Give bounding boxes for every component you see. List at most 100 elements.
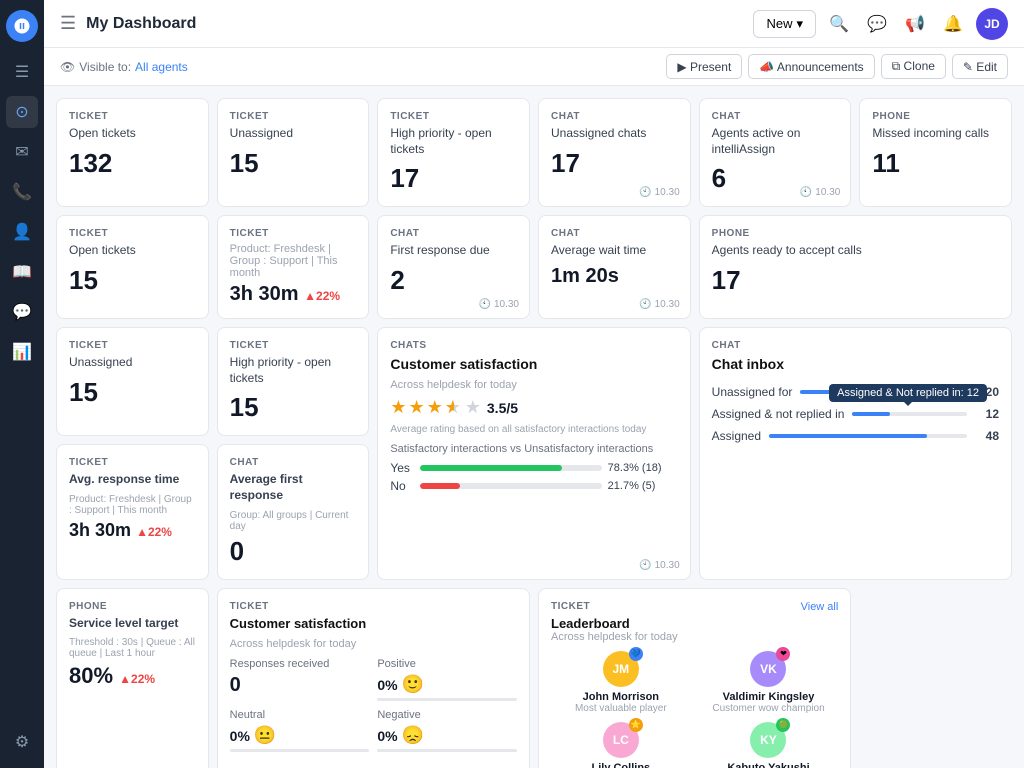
card-title: Unassigned chats: [551, 126, 678, 142]
card-value: 3h 30m ▲22%: [69, 520, 196, 541]
card-title: Avg. response time: [69, 472, 196, 488]
satisfaction-subtitle: Across helpdesk for today: [390, 379, 677, 391]
card-title: Missed incoming calls: [872, 126, 999, 142]
email-icon[interactable]: ✉: [6, 136, 38, 168]
card-title: High priority - open tickets: [390, 126, 517, 157]
card-value: 3h 30m ▲22%: [230, 283, 357, 306]
responses-value: 0: [230, 674, 370, 697]
star-3: ★: [427, 397, 443, 418]
card-timestamp: 🕙 10.30: [639, 187, 679, 198]
card-title: Average first response: [230, 472, 357, 503]
user-avatar[interactable]: JD: [976, 8, 1008, 40]
card-value: 1m 20s: [551, 265, 678, 288]
person-name-3: Lily Collins: [591, 762, 650, 768]
header: ☰ My Dashboard New ▾ 🔍 💬 📢 🔔 JD: [44, 0, 1024, 48]
settings-icon[interactable]: ⚙: [6, 726, 38, 758]
search-icon[interactable]: 🔍: [824, 9, 854, 39]
card-label: CHAT: [712, 111, 839, 122]
responses-col: Responses received 0: [230, 658, 370, 701]
assigned-not-bar: [852, 412, 890, 416]
menu-toggle-icon[interactable]: ☰: [6, 56, 38, 88]
avg-wait-time-card: CHAT Average wait time 1m 20s 🕙 10.30: [538, 215, 691, 319]
yes-bar-fill: [420, 465, 561, 471]
neutral-emoji: 😐: [254, 725, 276, 746]
yes-progress-bar: [420, 465, 601, 471]
analytics-icon[interactable]: 📊: [6, 336, 38, 368]
no-interaction-row: No 21.7% (5): [390, 479, 677, 493]
chat-bubble-icon[interactable]: 💬: [862, 9, 892, 39]
assigned-bar: [769, 434, 927, 438]
card-value: 15: [69, 265, 196, 296]
card-title: First response due: [390, 243, 517, 259]
person-name-4: Kabuto Yakushi: [727, 762, 809, 768]
card-value: 17: [712, 265, 999, 296]
assigned-value: 48: [975, 429, 999, 443]
open-tickets-card-2: TICKET Open tickets 15: [56, 215, 209, 319]
service-level-card: PHONE Service level target Threshold : 3…: [56, 588, 209, 768]
card-title: Average wait time: [551, 243, 678, 259]
person-role-2: Customer wow champion: [712, 703, 824, 714]
card-label: TICKET: [230, 601, 517, 612]
new-label: New: [766, 16, 792, 31]
card-value: 132: [69, 148, 196, 179]
person-name-1: John Morrison: [583, 691, 659, 703]
card-label: CHAT: [551, 111, 678, 122]
open-tickets-time-card: TICKET Product: Freshdesk | Group : Supp…: [217, 215, 370, 319]
new-button[interactable]: New ▾: [753, 10, 816, 38]
card-title: Open tickets: [69, 243, 196, 259]
responses-label: Responses received: [230, 658, 370, 670]
card-label: TICKET: [230, 111, 357, 122]
card-label: TICKET: [69, 457, 196, 468]
card-title: Service level target: [69, 616, 196, 632]
negative-value: 0% 😞: [377, 725, 517, 746]
phone-nav-icon[interactable]: 📞: [6, 176, 38, 208]
card-value: 15: [69, 377, 196, 408]
star-1: ★: [390, 397, 406, 418]
leaderboard-person-4: KY 🟢 Kabuto Yakushi Speed racer: [699, 722, 839, 768]
rating-desc: Average rating based on all satisfactory…: [390, 424, 677, 435]
leaderboard-person-3: LC ⭐ Lily Collins Sharp shooter: [551, 722, 691, 768]
leaderboard-grid: JM 💙 John Morrison Most valuable player …: [551, 651, 838, 768]
trend-badge: ▲22%: [119, 672, 155, 686]
card-label: CHATS: [390, 340, 677, 351]
no-label: No: [390, 479, 414, 493]
dashboard-icon[interactable]: ⊙: [6, 96, 38, 128]
neutral-value: 0% 😐: [230, 725, 370, 746]
contacts-icon[interactable]: 👤: [6, 216, 38, 248]
present-button[interactable]: ▶ Present: [666, 54, 742, 79]
edit-button[interactable]: ✎ Edit: [952, 54, 1008, 79]
clone-button[interactable]: ⧉ Clone: [881, 54, 946, 79]
leaderboard-card: TICKET Leaderboard Across helpdesk for t…: [538, 588, 851, 768]
card-value: 15: [230, 392, 357, 423]
hamburger-icon[interactable]: ☰: [60, 13, 76, 34]
card-label: TICKET: [69, 111, 196, 122]
negative-emoji: 😞: [402, 725, 424, 746]
negative-col: Negative 0% 😞: [377, 709, 517, 752]
dashboard-grid: TICKET Open tickets 132 TICKET Unassigne…: [44, 86, 1024, 768]
conversations-icon[interactable]: 💬: [6, 296, 38, 328]
neutral-bar: [230, 749, 370, 752]
card-label: TICKET: [390, 111, 517, 122]
card-label: CHAT: [230, 457, 357, 468]
announcements-button[interactable]: 📣 Announcements: [748, 54, 874, 79]
positive-emoji: 🙂: [402, 674, 424, 695]
subheader: 👁 Visible to: All agents ▶ Present 📣 Ann…: [44, 48, 1024, 86]
app-logo[interactable]: [6, 10, 38, 42]
positive-col: Positive 0% 🙂: [377, 658, 517, 701]
open-tickets-card-1: TICKET Open tickets 132: [56, 98, 209, 207]
neutral-col: Neutral 0% 😐: [230, 709, 370, 752]
knowledge-icon[interactable]: 📖: [6, 256, 38, 288]
view-all-link[interactable]: View all: [801, 601, 839, 613]
badge-vk: ❤: [776, 647, 790, 661]
card-value: 80% ▲22%: [69, 663, 196, 689]
positive-bar: [377, 698, 517, 701]
header-left: ☰ My Dashboard: [60, 13, 196, 34]
person-avatar-lc: LC ⭐: [603, 722, 639, 758]
megaphone-icon[interactable]: 📢: [900, 9, 930, 39]
card-timestamp: 🕙 10.30: [479, 299, 519, 310]
bell-icon[interactable]: 🔔: [938, 9, 968, 39]
person-avatar-vk: VK ❤: [750, 651, 786, 687]
card-timestamp: 🕙 10.30: [639, 560, 679, 571]
positive-value: 0% 🙂: [377, 674, 517, 695]
star-4-half: ★★: [445, 397, 463, 418]
